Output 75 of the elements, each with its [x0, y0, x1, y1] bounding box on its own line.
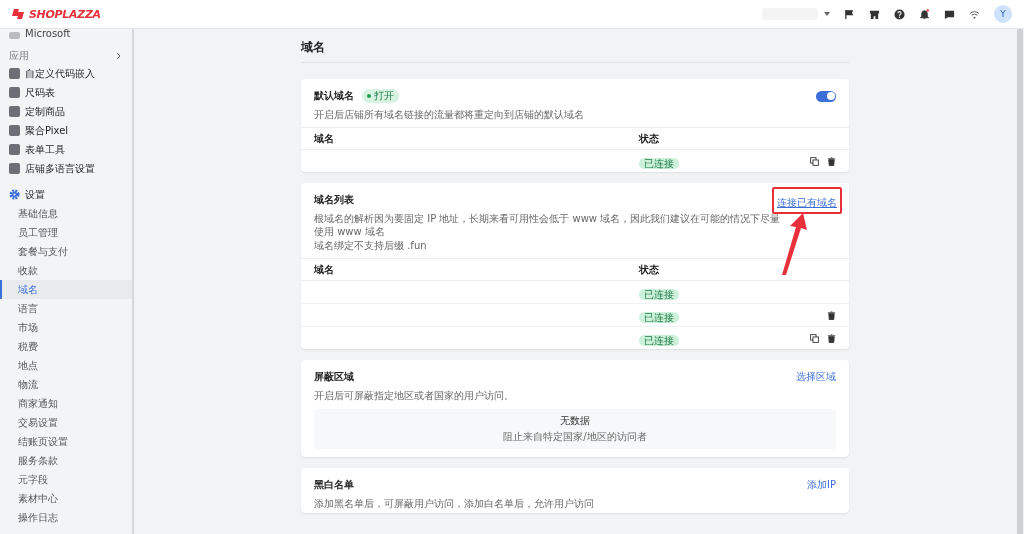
sidebar-item[interactable]: 尺码表: [25, 85, 55, 100]
sidebar-subitem[interactable]: 市场: [0, 318, 132, 337]
sidebar-subitem[interactable]: 语言: [0, 299, 132, 318]
sidebar-subitem[interactable]: 交易设置: [0, 413, 132, 432]
app-icon: [9, 125, 20, 136]
sidebar-subitem[interactable]: 素材中心: [0, 489, 132, 508]
card-description: 开启后可屏蔽指定地区或者国家的用户访问。: [314, 389, 515, 402]
copy-icon[interactable]: [810, 333, 819, 343]
logo-icon: [12, 8, 26, 20]
empty-text: 阻止来自特定国家/地区的访问者: [503, 430, 647, 444]
sidebar-item[interactable]: 设置: [25, 187, 45, 202]
app-icon: [9, 87, 20, 98]
card-title: 域名列表: [314, 193, 354, 207]
column-header: 状态: [639, 263, 659, 275]
sidebar-subitem[interactable]: 操作日志: [0, 508, 132, 527]
copy-icon[interactable]: [810, 156, 819, 166]
trash-icon[interactable]: [827, 156, 836, 166]
sidebar-subitem[interactable]: 员工管理: [0, 223, 132, 242]
connect-domain-link[interactable]: 连接已有域名: [777, 196, 837, 208]
column-header: 域名: [314, 132, 334, 144]
settings-icon: [9, 189, 20, 200]
trash-icon[interactable]: [827, 333, 836, 343]
app-icon: [9, 163, 20, 174]
sidebar-subitem[interactable]: 物流: [0, 375, 132, 394]
select-region-link[interactable]: 选择区域: [796, 370, 836, 384]
status-tag: 已连接: [639, 288, 679, 300]
status-badge: 打开: [362, 89, 399, 103]
section-label: 应用: [9, 49, 29, 63]
card-description: 添加黑名单后，可屏蔽用户访问，添加白名单后，允许用户访问: [314, 497, 595, 510]
app-icon: [9, 144, 20, 155]
sidebar-item[interactable]: 表单工具: [25, 142, 65, 157]
sidebar-subitem[interactable]: 域名: [0, 280, 132, 299]
sidebar-item[interactable]: 店铺多语言设置: [25, 161, 95, 176]
store-icon[interactable]: [869, 8, 880, 20]
flag-icon[interactable]: [844, 8, 855, 20]
card-title: 黑白名单: [314, 478, 354, 492]
sidebar-item[interactable]: 定制商品: [25, 104, 65, 119]
sidebar-subitem[interactable]: 元字段: [0, 470, 132, 489]
sidebar-item[interactable]: 自定义代码嵌入: [25, 66, 95, 81]
sidebar-subitem[interactable]: 基础信息: [0, 204, 132, 223]
sidebar-item[interactable]: 聚合Pixel: [25, 123, 69, 138]
chevron-right-icon[interactable]: [116, 52, 121, 60]
chat-icon[interactable]: [944, 8, 955, 20]
wifi-icon[interactable]: [969, 8, 980, 20]
column-header: 状态: [639, 132, 659, 144]
status-tag: 已连接: [639, 334, 679, 346]
user-avatar[interactable]: Y: [994, 5, 1012, 23]
add-ip-link[interactable]: 添加IP: [807, 478, 836, 492]
card-description: 域名绑定不支持后缀 .fun: [314, 239, 428, 252]
page-title: 域名: [301, 39, 326, 56]
sidebar-subitem[interactable]: 收款: [0, 261, 132, 280]
sidebar-subitem[interactable]: 结账页设置: [0, 432, 132, 451]
card-description: 开启后店铺所有域名链接的流量都将重定向到店铺的默认域名: [314, 108, 585, 121]
sidebar-subitem[interactable]: 套餐与支付: [0, 242, 132, 261]
app-icon: [9, 106, 20, 117]
empty-title: 无数据: [560, 414, 590, 428]
card-title: 默认域名: [314, 89, 354, 103]
app-icon: [9, 68, 20, 79]
status-tag: 已连接: [639, 157, 679, 169]
card-description: 根域名的解析因为要固定 IP 地址，长期来看可用性会低于 www 域名，因此我们建议在可能的情况下尽量使用 www 域名: [314, 212, 782, 238]
sidebar-subitem[interactable]: 地点: [0, 356, 132, 375]
logo-text: SHOPLAZZA: [29, 7, 101, 21]
sidebar-subitem[interactable]: 商家通知: [0, 394, 132, 413]
sidebar-item[interactable]: Microsoft: [25, 28, 71, 39]
sidebar-subitem[interactable]: 服务条款: [0, 451, 132, 470]
help-icon[interactable]: [894, 8, 905, 20]
bell-icon[interactable]: [919, 8, 930, 20]
sidebar-subitem[interactable]: 税费: [0, 337, 132, 356]
status-tag: 已连接: [639, 311, 679, 323]
app-icon: [9, 32, 20, 39]
caret-icon: [824, 12, 830, 16]
column-header: 域名: [314, 263, 334, 275]
toggle-switch[interactable]: [816, 90, 836, 102]
card-title: 屏蔽区域: [314, 370, 354, 384]
trash-icon[interactable]: [827, 310, 836, 320]
